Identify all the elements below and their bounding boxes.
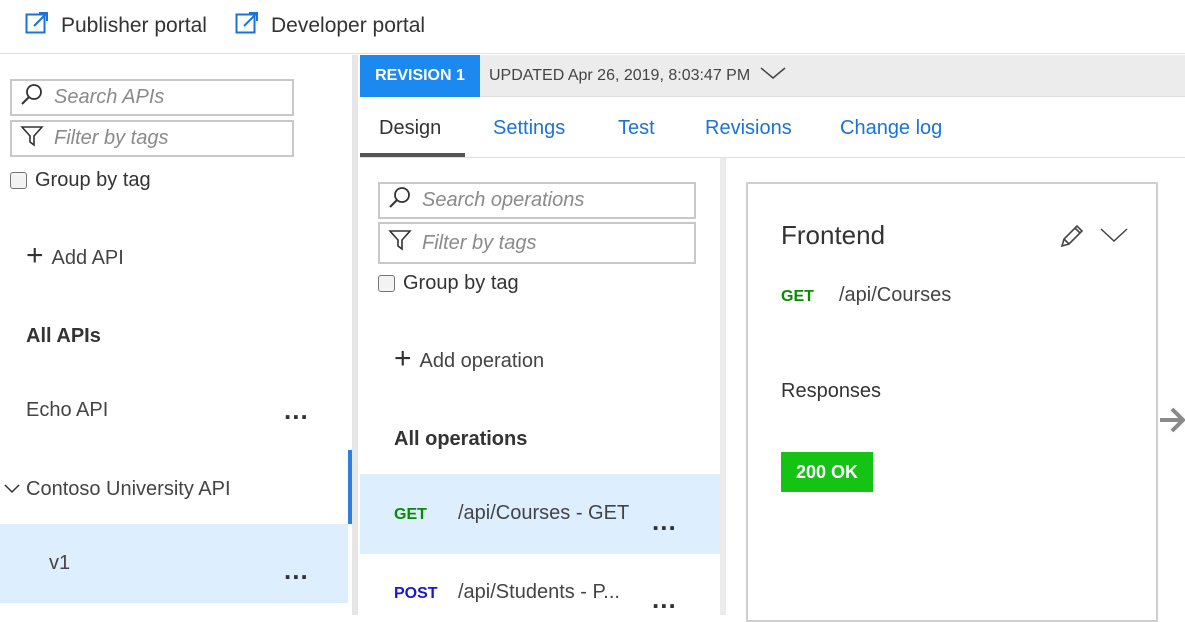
publisher-portal-link[interactable]: Publisher portal — [25, 11, 207, 41]
revision-updated[interactable]: UPDATED Apr 26, 2019, 8:03:47 PM — [489, 66, 786, 85]
filter-tags-field[interactable] — [10, 120, 294, 157]
search-apis-input[interactable] — [52, 85, 292, 110]
api-item-contoso[interactable]: Contoso University API — [4, 478, 231, 501]
group-by-tag-label: Group by tag — [35, 169, 151, 191]
version-more-button[interactable]: ... — [284, 557, 309, 583]
search-icon — [388, 186, 412, 216]
frontend-title: Frontend — [781, 220, 886, 250]
arrow-right-icon[interactable] — [1158, 403, 1185, 437]
search-operations-input[interactable] — [420, 188, 694, 213]
group-by-tag-checkbox[interactable] — [378, 275, 395, 292]
add-api-button[interactable]: + Add API — [26, 241, 124, 271]
developer-portal-label: Developer portal — [271, 14, 426, 37]
top-bar: Publisher portal Developer portal — [0, 0, 1185, 54]
api-item-echo[interactable]: Echo API — [26, 399, 108, 422]
echo-api-more-button[interactable]: ... — [284, 397, 309, 423]
responses-heading: Responses — [781, 380, 882, 402]
group-by-tag-label: Group by tag — [403, 272, 519, 294]
all-apis-heading: All APIs — [26, 325, 101, 347]
operation-more-button[interactable]: ... — [652, 586, 677, 612]
tab-change-log[interactable]: Change log — [840, 117, 942, 140]
search-icon — [20, 83, 44, 113]
developer-portal-link[interactable]: Developer portal — [235, 11, 425, 41]
group-by-tag-checkbox[interactable] — [10, 172, 27, 189]
tab-design[interactable]: Design — [379, 117, 441, 140]
filter-operations-input[interactable] — [420, 230, 694, 256]
group-by-tag-toggle[interactable]: Group by tag — [378, 272, 519, 295]
filter-icon — [20, 124, 44, 154]
external-link-icon — [25, 11, 49, 41]
plus-icon: + — [26, 239, 44, 272]
operation-path[interactable]: /api/Students - P... — [458, 581, 620, 604]
api-version-v1[interactable]: v1 — [49, 552, 70, 575]
tab-test[interactable]: Test — [618, 117, 655, 140]
frontend-card: Frontend GET /api/Courses Responses 200 … — [746, 182, 1158, 622]
tab-bar: Design Settings Test Revisions Change lo… — [360, 97, 1185, 158]
frontend-method-get: GET — [781, 288, 814, 305]
pencil-icon[interactable] — [1058, 222, 1086, 250]
add-operation-button[interactable]: + Add operation — [394, 344, 545, 374]
filter-operations-field[interactable] — [378, 222, 696, 264]
plus-icon: + — [394, 342, 412, 375]
add-api-label: Add API — [51, 246, 124, 269]
operation-more-button[interactable]: ... — [652, 508, 677, 534]
tab-revisions[interactable]: Revisions — [705, 117, 792, 140]
chevron-down-icon[interactable] — [1100, 226, 1128, 246]
external-link-icon — [235, 11, 259, 41]
frontend-path: /api/Courses — [839, 284, 952, 306]
panel-divider[interactable] — [352, 55, 358, 615]
search-apis-field[interactable] — [10, 79, 294, 116]
group-by-tag-toggle[interactable]: Group by tag — [10, 169, 151, 192]
design-detail-panel: Frontend GET /api/Courses Responses 200 … — [726, 158, 1185, 622]
tab-settings[interactable]: Settings — [493, 117, 565, 140]
revision-updated-text: UPDATED Apr 26, 2019, 8:03:47 PM — [489, 66, 751, 84]
status-badge[interactable]: 200 OK — [781, 452, 873, 492]
chevron-down-icon[interactable] — [760, 66, 786, 85]
operation-path[interactable]: /api/Courses - GET — [458, 502, 629, 525]
revision-badge[interactable]: REVISION 1 — [360, 55, 480, 97]
chevron-down-icon[interactable] — [4, 478, 20, 501]
add-operation-label: Add operation — [419, 349, 545, 372]
operations-panel: Group by tag + Add operation All operati… — [360, 158, 720, 615]
api-list-panel: Group by tag + Add API All APIs Echo API… — [0, 55, 352, 615]
api-item-label: Contoso University API — [26, 478, 231, 500]
revision-bar: REVISION 1 UPDATED Apr 26, 2019, 8:03:47… — [360, 55, 1185, 97]
search-operations-field[interactable] — [378, 182, 696, 219]
publisher-portal-label: Publisher portal — [61, 14, 207, 37]
all-operations-heading: All operations — [394, 428, 528, 450]
filter-tags-input[interactable] — [52, 126, 292, 151]
method-badge-get: GET — [394, 506, 427, 523]
method-badge-post: POST — [394, 585, 438, 602]
filter-icon — [388, 228, 412, 258]
